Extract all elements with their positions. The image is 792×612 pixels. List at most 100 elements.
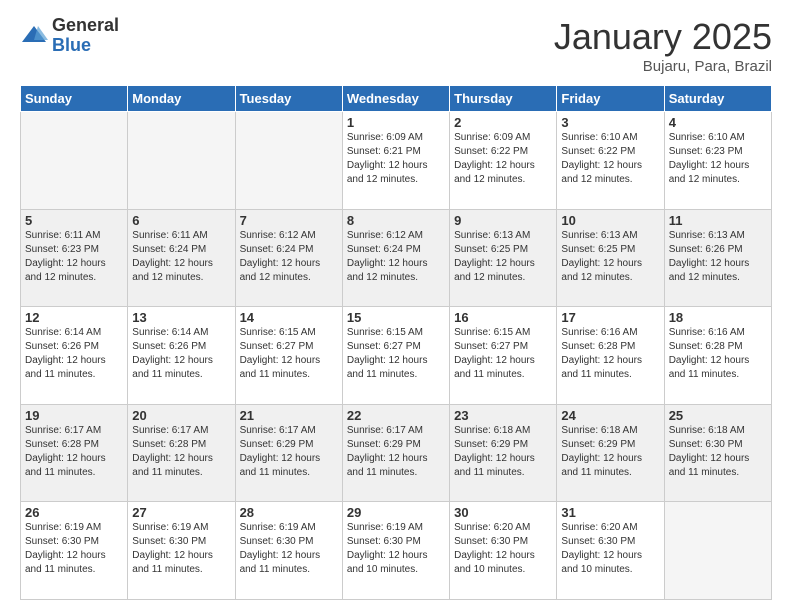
calendar-week-row: 26Sunrise: 6:19 AMSunset: 6:30 PMDayligh… bbox=[21, 502, 772, 600]
table-row: 25Sunrise: 6:18 AMSunset: 6:30 PMDayligh… bbox=[664, 404, 771, 502]
header-monday: Monday bbox=[128, 86, 235, 112]
calendar-week-row: 1Sunrise: 6:09 AMSunset: 6:21 PMDaylight… bbox=[21, 112, 772, 210]
day-info: Sunrise: 6:14 AMSunset: 6:26 PMDaylight:… bbox=[132, 326, 230, 382]
table-row: 19Sunrise: 6:17 AMSunset: 6:28 PMDayligh… bbox=[21, 404, 128, 502]
table-row: 31Sunrise: 6:20 AMSunset: 6:30 PMDayligh… bbox=[557, 502, 664, 600]
day-info: Sunrise: 6:18 AMSunset: 6:29 PMDaylight:… bbox=[561, 424, 659, 480]
day-number: 20 bbox=[132, 408, 230, 423]
logo-blue-label: Blue bbox=[52, 36, 119, 56]
day-number: 8 bbox=[347, 213, 445, 228]
logo-icon bbox=[20, 22, 48, 50]
table-row: 9Sunrise: 6:13 AMSunset: 6:25 PMDaylight… bbox=[450, 209, 557, 307]
header-friday: Friday bbox=[557, 86, 664, 112]
table-row: 21Sunrise: 6:17 AMSunset: 6:29 PMDayligh… bbox=[235, 404, 342, 502]
header-saturday: Saturday bbox=[664, 86, 771, 112]
day-info: Sunrise: 6:17 AMSunset: 6:28 PMDaylight:… bbox=[25, 424, 123, 480]
day-number: 15 bbox=[347, 310, 445, 325]
day-info: Sunrise: 6:19 AMSunset: 6:30 PMDaylight:… bbox=[25, 521, 123, 577]
logo-general-label: General bbox=[52, 16, 119, 36]
day-number: 12 bbox=[25, 310, 123, 325]
table-row: 8Sunrise: 6:12 AMSunset: 6:24 PMDaylight… bbox=[342, 209, 449, 307]
day-number: 2 bbox=[454, 115, 552, 130]
day-number: 7 bbox=[240, 213, 338, 228]
table-row: 4Sunrise: 6:10 AMSunset: 6:23 PMDaylight… bbox=[664, 112, 771, 210]
table-row: 28Sunrise: 6:19 AMSunset: 6:30 PMDayligh… bbox=[235, 502, 342, 600]
day-number: 21 bbox=[240, 408, 338, 423]
day-info: Sunrise: 6:19 AMSunset: 6:30 PMDaylight:… bbox=[347, 521, 445, 577]
day-number: 31 bbox=[561, 505, 659, 520]
day-info: Sunrise: 6:17 AMSunset: 6:29 PMDaylight:… bbox=[347, 424, 445, 480]
calendar-title: January 2025 bbox=[554, 16, 772, 58]
table-row bbox=[235, 112, 342, 210]
day-number: 17 bbox=[561, 310, 659, 325]
day-info: Sunrise: 6:15 AMSunset: 6:27 PMDaylight:… bbox=[240, 326, 338, 382]
table-row: 29Sunrise: 6:19 AMSunset: 6:30 PMDayligh… bbox=[342, 502, 449, 600]
day-number: 13 bbox=[132, 310, 230, 325]
day-info: Sunrise: 6:11 AMSunset: 6:23 PMDaylight:… bbox=[25, 229, 123, 285]
page: General Blue January 2025 Bujaru, Para, … bbox=[0, 0, 792, 612]
calendar-week-row: 19Sunrise: 6:17 AMSunset: 6:28 PMDayligh… bbox=[21, 404, 772, 502]
table-row: 22Sunrise: 6:17 AMSunset: 6:29 PMDayligh… bbox=[342, 404, 449, 502]
day-info: Sunrise: 6:12 AMSunset: 6:24 PMDaylight:… bbox=[240, 229, 338, 285]
day-info: Sunrise: 6:20 AMSunset: 6:30 PMDaylight:… bbox=[561, 521, 659, 577]
table-row bbox=[21, 112, 128, 210]
day-number: 19 bbox=[25, 408, 123, 423]
logo-text: General Blue bbox=[52, 16, 119, 56]
table-row: 24Sunrise: 6:18 AMSunset: 6:29 PMDayligh… bbox=[557, 404, 664, 502]
table-row: 5Sunrise: 6:11 AMSunset: 6:23 PMDaylight… bbox=[21, 209, 128, 307]
day-info: Sunrise: 6:20 AMSunset: 6:30 PMDaylight:… bbox=[454, 521, 552, 577]
day-info: Sunrise: 6:13 AMSunset: 6:26 PMDaylight:… bbox=[669, 229, 767, 285]
table-row: 30Sunrise: 6:20 AMSunset: 6:30 PMDayligh… bbox=[450, 502, 557, 600]
table-row: 18Sunrise: 6:16 AMSunset: 6:28 PMDayligh… bbox=[664, 307, 771, 405]
day-number: 5 bbox=[25, 213, 123, 228]
day-info: Sunrise: 6:14 AMSunset: 6:26 PMDaylight:… bbox=[25, 326, 123, 382]
day-number: 16 bbox=[454, 310, 552, 325]
day-number: 22 bbox=[347, 408, 445, 423]
day-number: 4 bbox=[669, 115, 767, 130]
day-number: 23 bbox=[454, 408, 552, 423]
day-info: Sunrise: 6:12 AMSunset: 6:24 PMDaylight:… bbox=[347, 229, 445, 285]
table-row: 10Sunrise: 6:13 AMSunset: 6:25 PMDayligh… bbox=[557, 209, 664, 307]
day-info: Sunrise: 6:19 AMSunset: 6:30 PMDaylight:… bbox=[132, 521, 230, 577]
table-row: 2Sunrise: 6:09 AMSunset: 6:22 PMDaylight… bbox=[450, 112, 557, 210]
table-row bbox=[664, 502, 771, 600]
day-info: Sunrise: 6:16 AMSunset: 6:28 PMDaylight:… bbox=[669, 326, 767, 382]
day-number: 27 bbox=[132, 505, 230, 520]
day-number: 9 bbox=[454, 213, 552, 228]
day-number: 1 bbox=[347, 115, 445, 130]
day-number: 26 bbox=[25, 505, 123, 520]
table-row: 16Sunrise: 6:15 AMSunset: 6:27 PMDayligh… bbox=[450, 307, 557, 405]
table-row: 17Sunrise: 6:16 AMSunset: 6:28 PMDayligh… bbox=[557, 307, 664, 405]
day-info: Sunrise: 6:18 AMSunset: 6:29 PMDaylight:… bbox=[454, 424, 552, 480]
day-info: Sunrise: 6:15 AMSunset: 6:27 PMDaylight:… bbox=[454, 326, 552, 382]
day-info: Sunrise: 6:15 AMSunset: 6:27 PMDaylight:… bbox=[347, 326, 445, 382]
table-row: 26Sunrise: 6:19 AMSunset: 6:30 PMDayligh… bbox=[21, 502, 128, 600]
day-number: 24 bbox=[561, 408, 659, 423]
table-row: 6Sunrise: 6:11 AMSunset: 6:24 PMDaylight… bbox=[128, 209, 235, 307]
calendar-table: Sunday Monday Tuesday Wednesday Thursday… bbox=[20, 85, 772, 600]
table-row: 27Sunrise: 6:19 AMSunset: 6:30 PMDayligh… bbox=[128, 502, 235, 600]
day-number: 14 bbox=[240, 310, 338, 325]
table-row bbox=[128, 112, 235, 210]
day-info: Sunrise: 6:16 AMSunset: 6:28 PMDaylight:… bbox=[561, 326, 659, 382]
table-row: 20Sunrise: 6:17 AMSunset: 6:28 PMDayligh… bbox=[128, 404, 235, 502]
day-info: Sunrise: 6:13 AMSunset: 6:25 PMDaylight:… bbox=[561, 229, 659, 285]
table-row: 1Sunrise: 6:09 AMSunset: 6:21 PMDaylight… bbox=[342, 112, 449, 210]
day-info: Sunrise: 6:19 AMSunset: 6:30 PMDaylight:… bbox=[240, 521, 338, 577]
table-row: 7Sunrise: 6:12 AMSunset: 6:24 PMDaylight… bbox=[235, 209, 342, 307]
day-info: Sunrise: 6:18 AMSunset: 6:30 PMDaylight:… bbox=[669, 424, 767, 480]
header-thursday: Thursday bbox=[450, 86, 557, 112]
day-info: Sunrise: 6:17 AMSunset: 6:28 PMDaylight:… bbox=[132, 424, 230, 480]
day-info: Sunrise: 6:10 AMSunset: 6:22 PMDaylight:… bbox=[561, 131, 659, 187]
table-row: 3Sunrise: 6:10 AMSunset: 6:22 PMDaylight… bbox=[557, 112, 664, 210]
calendar-week-row: 5Sunrise: 6:11 AMSunset: 6:23 PMDaylight… bbox=[21, 209, 772, 307]
table-row: 13Sunrise: 6:14 AMSunset: 6:26 PMDayligh… bbox=[128, 307, 235, 405]
day-info: Sunrise: 6:10 AMSunset: 6:23 PMDaylight:… bbox=[669, 131, 767, 187]
day-number: 18 bbox=[669, 310, 767, 325]
day-number: 3 bbox=[561, 115, 659, 130]
table-row: 15Sunrise: 6:15 AMSunset: 6:27 PMDayligh… bbox=[342, 307, 449, 405]
day-number: 10 bbox=[561, 213, 659, 228]
day-number: 30 bbox=[454, 505, 552, 520]
header-sunday: Sunday bbox=[21, 86, 128, 112]
header-wednesday: Wednesday bbox=[342, 86, 449, 112]
